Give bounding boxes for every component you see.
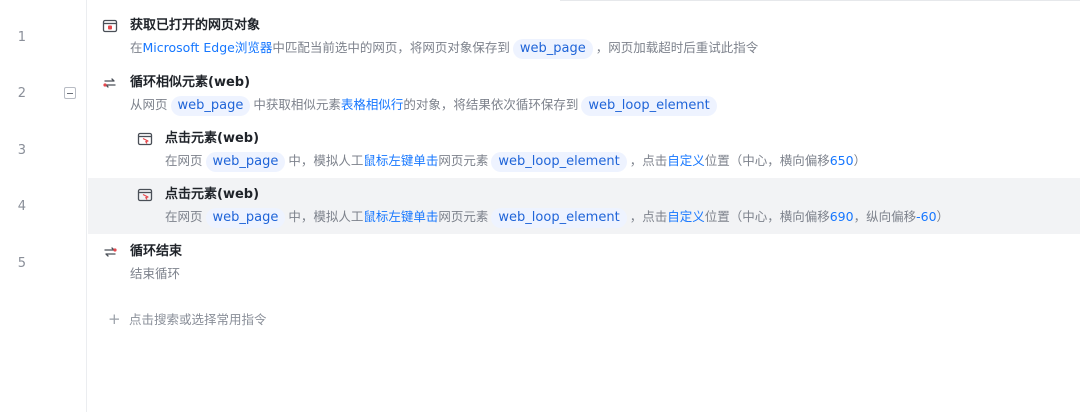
step-description: 结束循环 <box>130 264 180 284</box>
desc-text: 中，模拟人工 <box>288 209 364 224</box>
desc-text: 位置（中心，横向偏移 <box>704 153 830 168</box>
desc-text: ，纵向偏移 <box>853 209 917 224</box>
step-title: 点击元素(web) <box>165 131 260 146</box>
loop-icon <box>102 75 118 91</box>
desc-text: ，点击 <box>629 153 668 168</box>
step-title: 获取已打开的网页对象 <box>130 18 261 33</box>
variable-chip[interactable]: web_page <box>205 208 286 228</box>
desc-highlight[interactable]: 鼠标左键单击 <box>363 153 438 168</box>
click-element-icon <box>137 131 153 147</box>
desc-text: 结束循环 <box>130 266 181 281</box>
step-description: 从网页 web_page 中获取相似元素表格相似行的对象，将结果依次循环保存到 web… <box>130 95 720 116</box>
desc-text: ） <box>936 209 950 224</box>
step-title: 循环相似元素(web) <box>130 75 251 90</box>
desc-text: 从网页 <box>130 97 168 112</box>
plus-icon: + <box>108 310 121 328</box>
top-border <box>560 0 1080 1</box>
desc-text: 中，模拟人工 <box>288 153 364 168</box>
desc-text: 网页元素 <box>438 209 489 224</box>
step-description: 在网页 web_page 中，模拟人工鼠标左键单击网页元素 web_loop_elem… <box>165 207 949 228</box>
variable-chip[interactable]: web_page <box>205 152 286 172</box>
line-number: 2 <box>17 86 26 101</box>
line-number: 5 <box>17 256 26 271</box>
line-number: 3 <box>17 143 26 158</box>
collapse-icon[interactable] <box>64 87 76 99</box>
desc-text: ） <box>853 153 867 168</box>
desc-text: 的对象，将结果依次循环保存到 <box>403 97 579 112</box>
add-command-button[interactable]: + 点击搜索或选择常用指令 <box>108 310 267 329</box>
loop-end-icon <box>102 244 118 260</box>
desc-text: ，网页加载超时后重试此指令 <box>595 40 759 55</box>
step-description: 在网页 web_page 中，模拟人工鼠标左键单击网页元素 web_loop_elem… <box>165 151 866 172</box>
desc-text: 中匹配当前选中的网页，将网页对象保存到 <box>272 40 510 55</box>
variable-chip[interactable]: web_loop_element <box>491 152 627 172</box>
desc-highlight[interactable]: Microsoft Edge浏览器 <box>143 40 273 55</box>
desc-highlight[interactable]: 自定义 <box>667 153 705 168</box>
desc-text: 在网页 <box>165 209 203 224</box>
desc-highlight[interactable]: -60 <box>916 209 936 224</box>
variable-chip[interactable]: web_page <box>512 39 593 59</box>
variable-chip[interactable]: web_loop_element <box>491 208 627 228</box>
step-title: 点击元素(web) <box>165 187 260 202</box>
desc-text: 网页元素 <box>438 153 489 168</box>
desc-text: ，点击 <box>629 209 668 224</box>
step-description: 在Microsoft Edge浏览器中匹配当前选中的网页，将网页对象保存到 web… <box>130 38 758 59</box>
desc-text: 中获取相似元素 <box>253 97 341 112</box>
desc-text: 在网页 <box>165 153 203 168</box>
desc-text: 位置（中心，横向偏移 <box>704 209 830 224</box>
step-title: 循环结束 <box>130 244 183 259</box>
click-element-icon <box>137 187 153 203</box>
variable-chip[interactable]: web_loop_element <box>581 96 717 116</box>
browser-window-icon <box>102 18 118 34</box>
desc-highlight[interactable]: 表格相似行 <box>341 97 404 112</box>
desc-highlight[interactable]: 鼠标左键单击 <box>363 209 438 224</box>
desc-text: 在 <box>130 40 143 55</box>
desc-highlight[interactable]: 690 <box>830 209 854 224</box>
add-command-label: 点击搜索或选择常用指令 <box>129 312 267 327</box>
line-number-gutter: 1 2 3 4 5 <box>0 0 87 412</box>
variable-chip[interactable]: web_page <box>170 96 251 116</box>
desc-highlight[interactable]: 650 <box>830 153 854 168</box>
line-number: 1 <box>17 30 26 45</box>
desc-highlight[interactable]: 自定义 <box>667 209 705 224</box>
line-number: 4 <box>17 199 26 214</box>
